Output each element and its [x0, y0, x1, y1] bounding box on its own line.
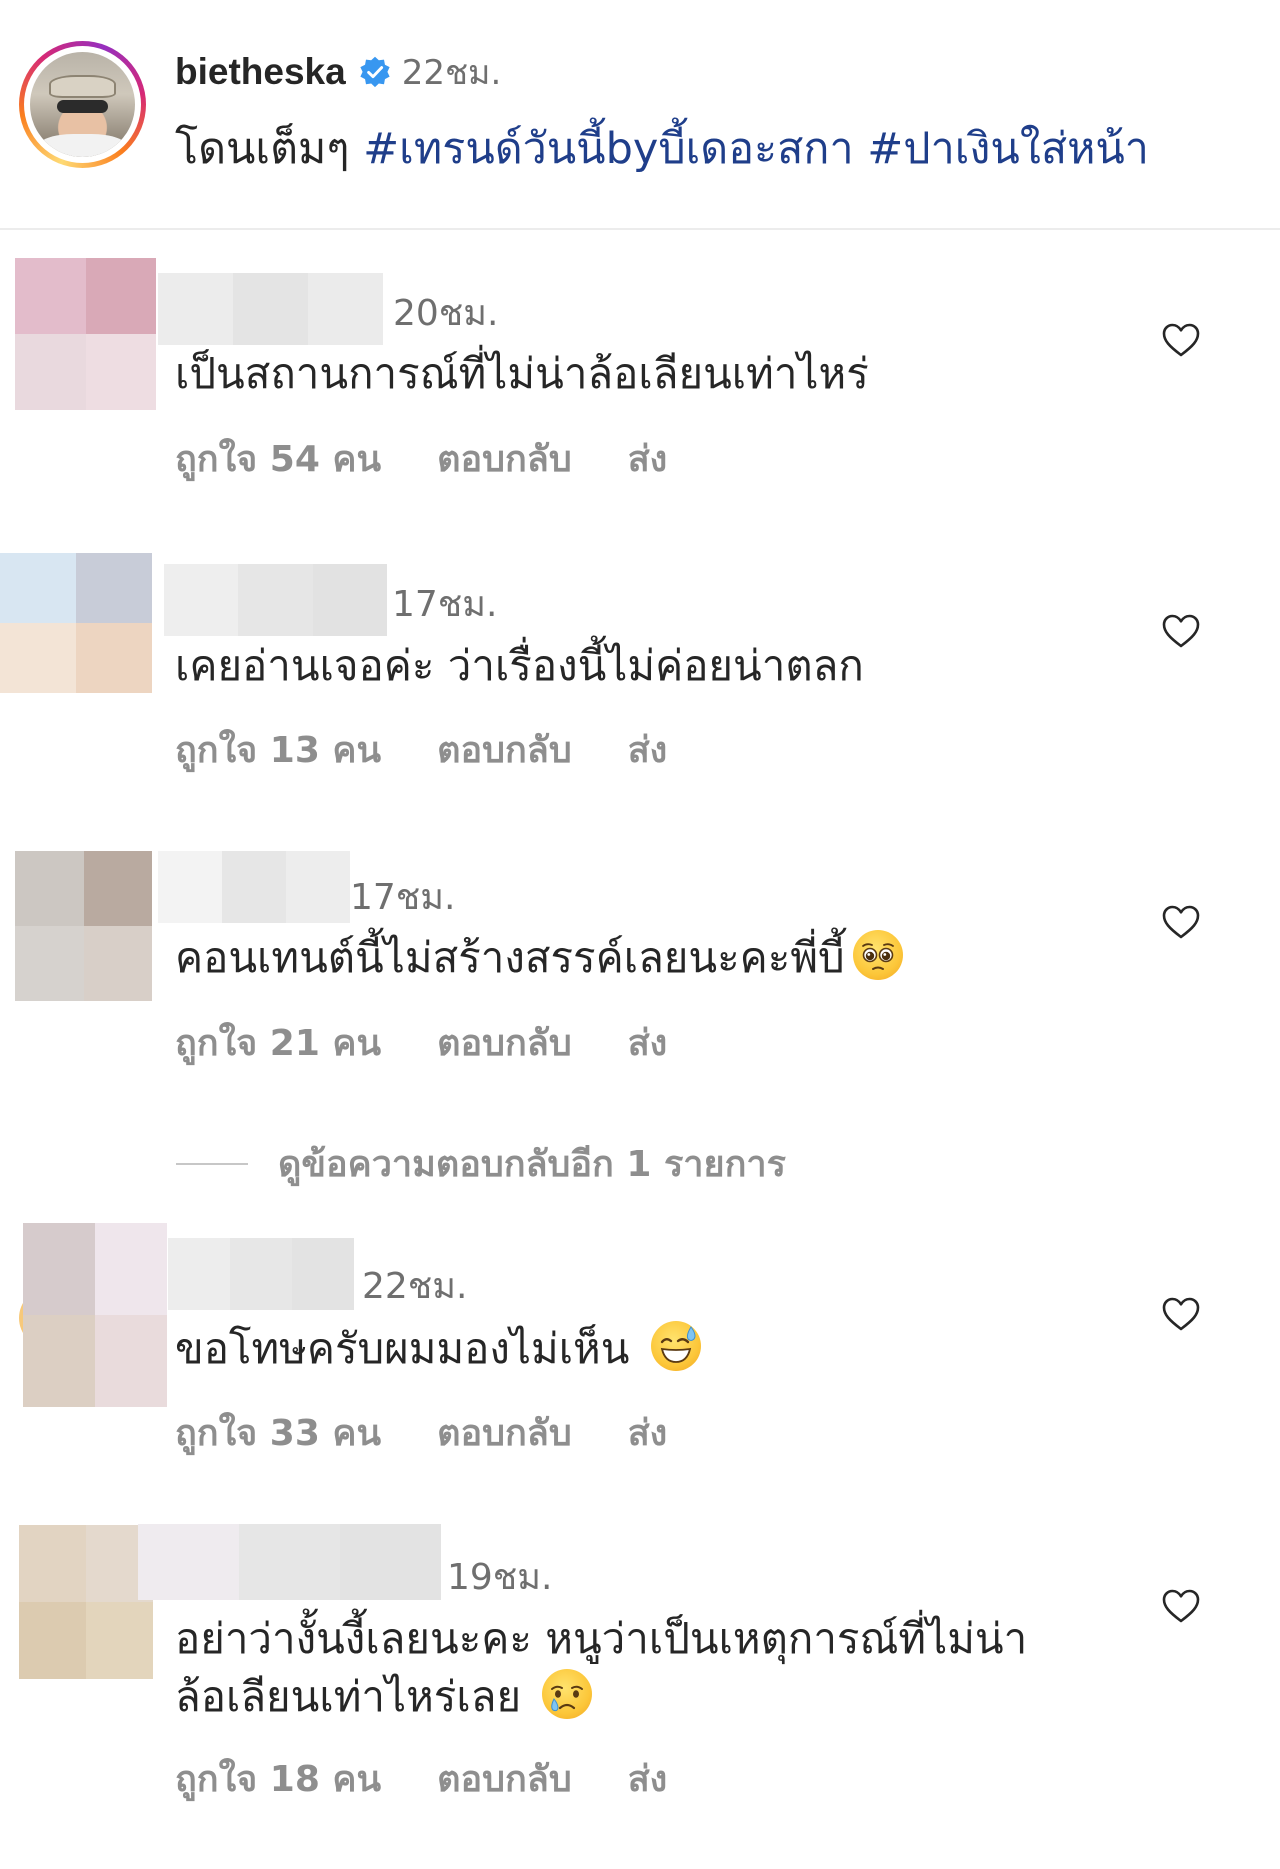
hashtag-link[interactable]: #ปาเงินใส่หน้า	[867, 124, 1149, 174]
comment-likes-count[interactable]: ถูกใจ 18 คน	[175, 1750, 381, 1807]
heart-outline-icon[interactable]	[1161, 1588, 1201, 1624]
commenter-username-blurred[interactable]	[138, 1524, 441, 1600]
author-username[interactable]: bietheska	[175, 51, 346, 93]
hashtag-link[interactable]: #เทรนด์วันนี้byบี้เดอะสกา	[363, 124, 853, 174]
grinning-face-with-sweat-emoji	[650, 1321, 701, 1371]
comment-likes-count[interactable]: ถูกใจ 33 คน	[175, 1404, 381, 1461]
comment-text: เป็นสถานการณ์ที่ไม่น่าล้อเลียนเท่าไหร่	[175, 345, 869, 403]
author-avatar[interactable]	[19, 41, 146, 168]
reply-button[interactable]: ตอบกลับ	[437, 1404, 572, 1461]
post-timestamp: 22ชม.	[401, 53, 502, 93]
author-profile-photo	[30, 52, 135, 157]
commenter-avatar-blurred[interactable]	[15, 851, 152, 1001]
send-button[interactable]: ส่ง	[628, 721, 668, 778]
crying-face-emoji	[542, 1669, 593, 1719]
commenter-avatar-blurred[interactable]	[0, 553, 152, 693]
comment-text-line: คอนเทนต์นี้ไม่สร้างสรรค์เลยนะคะพี่บี้	[175, 933, 845, 982]
send-button[interactable]: ส่ง	[628, 1750, 668, 1807]
comment-timestamp: 17ชม.	[350, 877, 456, 918]
comment-text-line: อย่าว่างั้นงี้เลยนะคะ หนูว่าเป็นเหตุการณ…	[175, 1614, 1028, 1663]
send-button[interactable]: ส่ง	[628, 1404, 668, 1461]
divider	[0, 228, 1280, 230]
commenter-username-blurred[interactable]	[158, 851, 350, 923]
comment-timestamp: 20ชม.	[393, 293, 499, 334]
reply-button[interactable]: ตอบกลับ	[437, 1014, 572, 1071]
view-more-replies-link[interactable]: ดูข้อความตอบกลับอีก 1 รายการ	[176, 1135, 786, 1192]
comment-text-line: เป็นสถานการณ์ที่ไม่น่าล้อเลียนเท่าไหร่	[175, 349, 869, 398]
comment-text: ขอโทษครับผมมองไม่เห็น	[175, 1320, 701, 1378]
comment-likes-count[interactable]: ถูกใจ 54 คน	[175, 430, 381, 487]
commenter-username-blurred[interactable]	[158, 273, 383, 345]
comment-likes-count[interactable]: ถูกใจ 13 คน	[175, 721, 381, 778]
comment-text-line: เคยอ่านเจอค่ะ ว่าเรื่องนี้ไม่ค่อยน่าตลก	[175, 641, 864, 690]
heart-outline-icon[interactable]	[1161, 322, 1201, 358]
heart-outline-icon[interactable]	[1161, 904, 1201, 940]
view-replies-label: ดูข้อความตอบกลับอีก 1 รายการ	[278, 1144, 786, 1185]
commenter-avatar-blurred[interactable]	[15, 258, 156, 410]
commenter-username-blurred[interactable]	[164, 564, 387, 636]
send-button[interactable]: ส่ง	[628, 1014, 668, 1071]
comment-timestamp: 19ชม.	[447, 1557, 553, 1598]
heart-outline-icon[interactable]	[1161, 1296, 1201, 1332]
comment-actions: ถูกใจ 18 คน ตอบกลับ ส่ง	[175, 1750, 667, 1807]
caption-header: bietheska 22ชม.	[175, 48, 501, 96]
comment-actions: ถูกใจ 21 คน ตอบกลับ ส่ง	[175, 1014, 667, 1071]
comment-actions: ถูกใจ 13 คน ตอบกลับ ส่ง	[175, 721, 667, 778]
comment-text: อย่าว่างั้นงี้เลยนะคะ หนูว่าเป็นเหตุการณ…	[175, 1610, 1027, 1726]
reply-button[interactable]: ตอบกลับ	[437, 430, 572, 487]
commenter-username-blurred[interactable]	[168, 1238, 354, 1310]
comment-actions: ถูกใจ 54 คน ตอบกลับ ส่ง	[175, 430, 667, 487]
comment-timestamp: 22ชม.	[362, 1266, 468, 1307]
comment-timestamp: 17ชม.	[392, 584, 498, 625]
comment-text: คอนเทนต์นี้ไม่สร้างสรรค์เลยนะคะพี่บี้	[175, 929, 903, 987]
comment-text-line: ขอโทษครับผมมองไม่เห็น	[175, 1324, 630, 1373]
send-button[interactable]: ส่ง	[628, 430, 668, 487]
commenter-avatar-blurred[interactable]	[23, 1223, 167, 1407]
reply-button[interactable]: ตอบกลับ	[437, 721, 572, 778]
comment-text-line: ล้อเลียนเท่าไหร่เลย	[175, 1672, 522, 1721]
reply-button[interactable]: ตอบกลับ	[437, 1750, 572, 1807]
pleading-face-emoji	[852, 930, 903, 980]
commenter-avatar-blurred[interactable]	[19, 1525, 153, 1679]
caption-text: โดนเต็มๆ	[175, 124, 364, 174]
comment-actions: ถูกใจ 33 คน ตอบกลับ ส่ง	[175, 1404, 667, 1461]
reply-thread-line	[176, 1162, 248, 1165]
comment-likes-count[interactable]: ถูกใจ 21 คน	[175, 1014, 381, 1071]
verified-badge-icon	[360, 56, 390, 88]
comment-text: เคยอ่านเจอค่ะ ว่าเรื่องนี้ไม่ค่อยน่าตลก	[175, 637, 864, 695]
post-caption: โดนเต็มๆ #เทรนด์วันนี้byบี้เดอะสกา #ปาเง…	[175, 114, 1149, 182]
heart-outline-icon[interactable]	[1161, 613, 1201, 649]
